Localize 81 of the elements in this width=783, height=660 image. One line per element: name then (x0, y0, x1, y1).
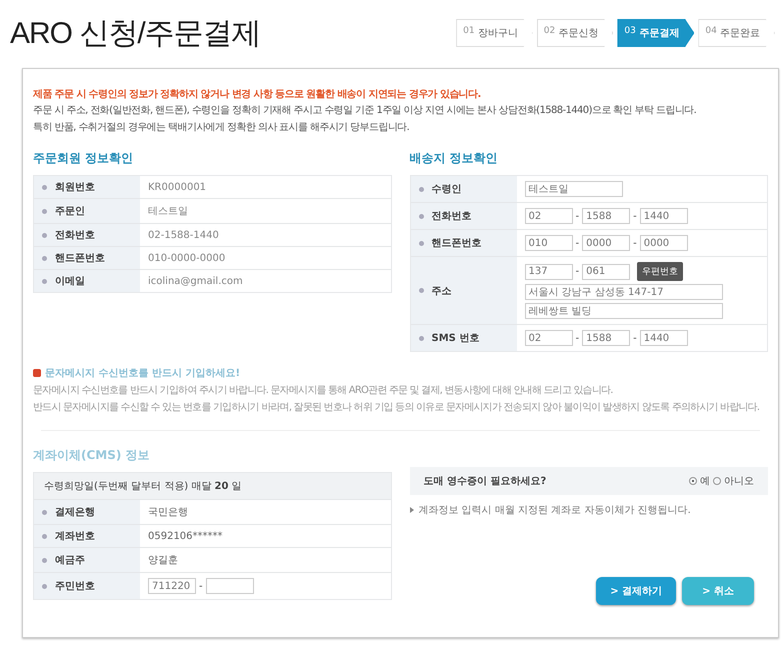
dash-text: - (633, 210, 637, 222)
notice-text: 주문 시 주소, 전화(일반전화, 핸드폰), 수령인을 정확히 기재해 주시고 수령일 기준 1주일 이상 지연 시에는 본사 상담전화(1588-1440)으로 확인 부탁 드립니다. (33, 104, 698, 117)
triangle-icon (410, 507, 414, 513)
section-title: 계좌이체(CMS) 정보 (33, 447, 151, 464)
radio-button[interactable] (713, 477, 721, 485)
field-label: 전화번호 (432, 210, 472, 223)
field-label: SMS 번호 (432, 332, 480, 345)
pay-button[interactable]: > 결제하기 (596, 577, 676, 605)
warning-text: 제품 주문 시 수령인의 정보가 정확하지 않거나 변경 사항 등으로 원활한 배송이 지연되는 경우가 있습니다. (33, 88, 482, 101)
field-value: 0592106****** (148, 530, 223, 542)
field-label: 주문인 (55, 205, 85, 218)
dash-text: - (576, 332, 580, 344)
bullet-icon (42, 510, 47, 514)
input-field[interactable]: 1588 (582, 208, 630, 224)
input-field[interactable]: 레베쌍트 빌딩 (524, 303, 722, 319)
dash-text: - (576, 266, 580, 277)
field-value: icolina@gmail.com (148, 276, 243, 286)
alert-icon (33, 369, 41, 377)
bullet-icon (42, 232, 47, 238)
field-label: 이메일 (55, 275, 85, 288)
page-title: ARO 신청/주문결제 (10, 16, 261, 52)
sms-notice-text: 문자메시지 수신번호를 반드시 기입하여 주시기 바랍니다. 문자메시지를 통해 ARO관련 주문 및 결제, 변동사항에 대해 안내해 드리고 있습니다. (33, 384, 614, 397)
sms-notice-title: 문자메시지 수신번호를 반드시 기입하세요! (45, 367, 240, 380)
dash-text: - (633, 238, 637, 248)
radio-label[interactable]: 예 (700, 474, 710, 488)
dash-text: - (576, 210, 580, 222)
field-label: 주민번호 (55, 580, 95, 593)
field-label: 전화번호 (55, 229, 95, 242)
radio-button[interactable] (689, 477, 697, 485)
field-value: KR0000001 (148, 182, 206, 192)
bullet-icon (42, 208, 47, 214)
sms-notice-text: 반드시 문자메시지를 수신할 수 있는 번호를 기입하시기 바라며, 잘못된 번호나 허위 기입 등의 이유로 문자메시지가 전송되지 않아 불이익이 발생하지 않도록 주의하시기 바랍니다. (33, 401, 760, 414)
input-field[interactable]: 02 (524, 330, 572, 346)
input-field[interactable]: 061 (582, 264, 630, 280)
dash-text: - (199, 580, 203, 592)
field-value: 양길훈 (148, 554, 178, 567)
field-label: 계좌번호 (55, 530, 95, 543)
bullet-icon (418, 288, 424, 293)
bullet-icon (418, 240, 424, 246)
dash-text: - (633, 332, 637, 344)
bullet-icon (42, 534, 47, 538)
field-label: 수령인 (432, 183, 462, 196)
note-text: 계좌정보 입력시 매월 지정된 계좌로 자동이체가 진행됩니다. (418, 504, 691, 517)
field-label: 예금주 (55, 554, 85, 567)
field-value: 010-0000-0000 (148, 252, 226, 264)
input-field[interactable]: 711220 (148, 578, 196, 594)
input-field[interactable]: 테스트일 (524, 181, 622, 197)
field-label: 결제은행 (55, 506, 95, 519)
radio-label[interactable]: 아니오 (724, 474, 754, 488)
field-label: 핸드폰번호 (55, 252, 105, 265)
bullet-icon (418, 336, 424, 340)
input-field[interactable]: 서울시 강남구 삼성동 147-17 (524, 284, 722, 300)
input-field[interactable]: 1588 (582, 330, 630, 346)
section-title: 주문회원 정보확인 (33, 150, 134, 167)
input-field[interactable]: 0000 (582, 235, 630, 251)
bullet-icon (42, 558, 47, 562)
input-field[interactable] (206, 578, 254, 594)
section-title: 배송지 정보확인 (410, 150, 499, 167)
bullet-icon (42, 584, 47, 588)
input-field[interactable]: 1440 (640, 330, 688, 346)
bullet-icon (42, 278, 47, 284)
field-label: 주소 (432, 284, 452, 298)
field-value: 테스트일 (148, 205, 188, 218)
input-field[interactable]: 1440 (640, 208, 688, 224)
input-field[interactable]: 010 (524, 235, 572, 251)
bullet-icon (42, 184, 47, 190)
field-value: 국민은행 (148, 506, 188, 519)
field-label: 핸드폰번호 (432, 237, 482, 250)
zip-code-button[interactable]: 우편번호 (637, 262, 684, 281)
field-value: 02-1588-1440 (148, 230, 219, 240)
input-field[interactable]: 137 (524, 264, 572, 280)
bullet-icon (42, 256, 47, 260)
bullet-icon (418, 186, 424, 192)
dash-text: - (576, 238, 580, 248)
cancel-button[interactable]: > 취소 (682, 577, 754, 605)
question-text: 도매 영수증이 필요하세요? (424, 475, 546, 488)
bullet-icon (418, 214, 424, 218)
input-field[interactable]: 02 (524, 208, 572, 224)
input-field[interactable]: 0000 (640, 235, 688, 251)
notice-text: 특히 반품, 수취거절의 경우에는 택배기사에게 정확한 의사 표시를 해주시기 당부드립니다. (33, 121, 410, 134)
field-label: 회원번호 (55, 181, 95, 194)
